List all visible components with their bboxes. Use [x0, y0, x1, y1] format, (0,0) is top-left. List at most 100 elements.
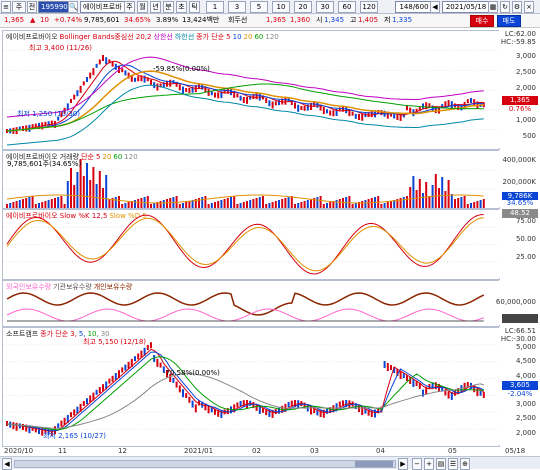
scroll-right-button[interactable]: ▶ — [398, 458, 408, 470]
interval-button-20[interactable]: 20 — [294, 1, 312, 13]
candle — [236, 93, 239, 98]
candle — [178, 84, 181, 91]
volume-bar — [338, 199, 341, 208]
x-axis-label: 03 — [310, 447, 319, 455]
candle — [351, 111, 354, 116]
settings-icon[interactable]: ⚙ — [512, 1, 522, 13]
volume-bar — [402, 197, 405, 208]
volume-bar — [412, 176, 415, 208]
interval-button-60[interactable]: 60 — [338, 1, 356, 13]
period-button-2[interactable]: 년 — [150, 1, 161, 13]
volume-bar — [457, 198, 460, 208]
sell-label: 매도 — [502, 17, 516, 25]
volume-bar — [54, 198, 56, 208]
close2-value: 1,335 — [392, 16, 413, 24]
zoom-in-button[interactable]: + — [424, 458, 434, 470]
stock-name-field[interactable]: 에이비프로바 — [80, 1, 126, 13]
volume-bar — [444, 191, 447, 208]
volume-bar — [418, 179, 421, 208]
candle — [294, 102, 296, 109]
scrollbar[interactable]: ◀ ▶ − + ▤ ☰ ⊕ — [0, 456, 540, 470]
compare-mid-annotation: -70.58%(0.00%) — [163, 369, 220, 377]
candle — [316, 102, 319, 108]
volume-bar — [47, 200, 50, 208]
volume-pane[interactable]: 에이비프로바이오 거래량 단순 5 20 60 120 9,785,601주(34.65%… — [2, 150, 500, 209]
compare-pane[interactable]: 소프트캠프 종가 단순 3, 5, 10, 30 최고 5,150 (12/18) 최저 … — [2, 327, 500, 447]
candle — [271, 101, 274, 109]
compare-current-pct: -2.04% — [502, 390, 538, 399]
period-button-4[interactable]: 초 — [176, 1, 187, 13]
candle — [102, 55, 104, 61]
scroll-thumb[interactable] — [355, 461, 393, 467]
stock-name-value: 에이비프로바 — [83, 3, 122, 11]
volume-bar — [303, 201, 306, 208]
volume-bar — [134, 200, 136, 208]
interval-button-3[interactable]: 3 — [228, 1, 246, 13]
scroll-left-button[interactable]: ◀ — [2, 458, 12, 470]
zoom-out-icon: − — [414, 460, 420, 468]
volume-bar — [82, 176, 85, 208]
period-button-0[interactable]: 주 — [124, 1, 135, 13]
axis-tick: 1,000 — [515, 116, 536, 124]
volume-bar — [204, 196, 207, 208]
calendar-icon[interactable]: ▦ — [488, 1, 498, 13]
price-pane[interactable]: 에이비프로바이오 Bollinger Bands중심선 20,2 상한선 하한선 종가 … — [2, 30, 500, 150]
volume-bar — [236, 204, 239, 208]
volume-bar — [210, 203, 213, 208]
compare-candle — [482, 391, 485, 398]
market-select[interactable]: 전 — [27, 1, 37, 13]
holdings-pane[interactable]: 외국인보유수량 기관보유수량 개인보유수량 — [2, 280, 500, 327]
chevron-left-icon[interactable]: ◀ — [430, 1, 440, 13]
volume-bar — [124, 203, 127, 208]
period-button-5[interactable]: 틱 — [189, 1, 200, 13]
compare-ma30-line — [6, 373, 484, 429]
volume-bar — [351, 204, 354, 208]
zoom-out-button[interactable]: − — [412, 458, 422, 470]
date-field[interactable]: 2021/05/18 — [442, 1, 490, 13]
scroll-track[interactable] — [14, 460, 396, 468]
date-value: 2021/05/18 — [445, 3, 487, 11]
compare-candle — [137, 353, 140, 360]
volume-bar — [335, 200, 338, 208]
compare-candle — [383, 361, 386, 368]
period-type-select[interactable]: 주 — [12, 1, 26, 13]
menu-icon[interactable]: ≡ — [1, 1, 11, 13]
stock-code-input[interactable]: 195990 — [38, 1, 70, 13]
interval-button-10[interactable]: 10 — [272, 1, 290, 13]
grid-icon[interactable]: ▤ — [436, 458, 446, 470]
candle — [326, 109, 328, 114]
compare-ma5-line — [6, 351, 485, 432]
candle — [105, 57, 108, 65]
close-icon[interactable]: × — [524, 1, 534, 13]
period-button-1[interactable]: 월 — [137, 1, 148, 13]
candle — [268, 100, 271, 107]
compare-candle — [188, 396, 191, 403]
sell-button[interactable]: 매도 — [497, 15, 521, 27]
candle — [265, 97, 268, 103]
list-icon[interactable]: ☰ — [448, 458, 458, 470]
current-price: 1,365 — [4, 16, 25, 24]
stochastic-pane[interactable]: 에이비프로바이오 Slow %K 12,5 Slow %D 5 — [2, 209, 500, 280]
buy-button[interactable]: 매수 — [470, 15, 494, 27]
pin-icon[interactable]: ⊕ — [460, 458, 470, 470]
candle — [86, 77, 88, 82]
scroll-right-icon: ▶ — [400, 460, 406, 468]
period-button-3[interactable]: 분 — [163, 1, 174, 13]
axis-tick: 4,500 — [515, 357, 536, 366]
compare-candle — [86, 398, 88, 405]
volume-bar — [63, 204, 66, 208]
search-icon[interactable]: 🔍 — [68, 1, 78, 13]
candle — [150, 79, 152, 85]
interval-button-30[interactable]: 30 — [316, 1, 334, 13]
interval-button-5[interactable]: 5 — [250, 1, 268, 13]
volume-bar — [12, 202, 15, 208]
candle — [300, 105, 303, 110]
change-percent: +0.74% — [54, 16, 83, 24]
zoom-in-icon: + — [426, 460, 432, 468]
bar-count-field[interactable]: 148/600 — [395, 1, 433, 13]
candle — [361, 113, 364, 121]
refresh-icon[interactable]: ↻ — [500, 1, 510, 13]
change-value: 10 — [40, 16, 49, 24]
interval-button-1[interactable]: 1 — [206, 1, 224, 13]
interval-button-120[interactable]: 120 — [360, 1, 378, 13]
